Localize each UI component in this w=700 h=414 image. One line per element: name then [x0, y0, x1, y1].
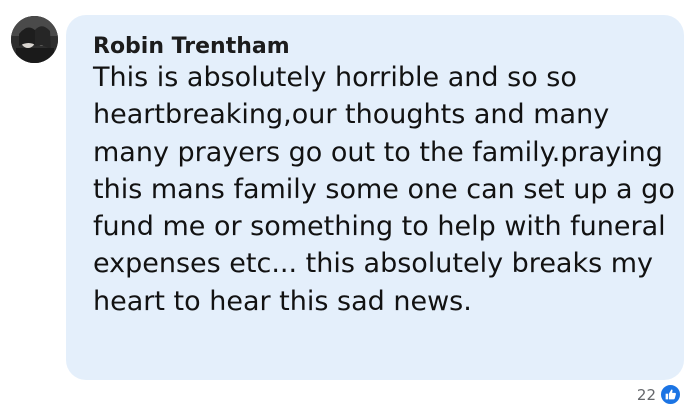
comment-author-name[interactable]: Robin Trentham	[93, 34, 290, 59]
reaction-count: 22	[636, 385, 656, 404]
avatar[interactable]	[11, 16, 58, 63]
thumbs-up-icon	[659, 383, 682, 406]
reaction-summary[interactable]: 22	[637, 383, 682, 406]
avatar-photo	[11, 16, 58, 63]
comment-text: This is absolutely horrible and so so he…	[93, 62, 675, 317]
